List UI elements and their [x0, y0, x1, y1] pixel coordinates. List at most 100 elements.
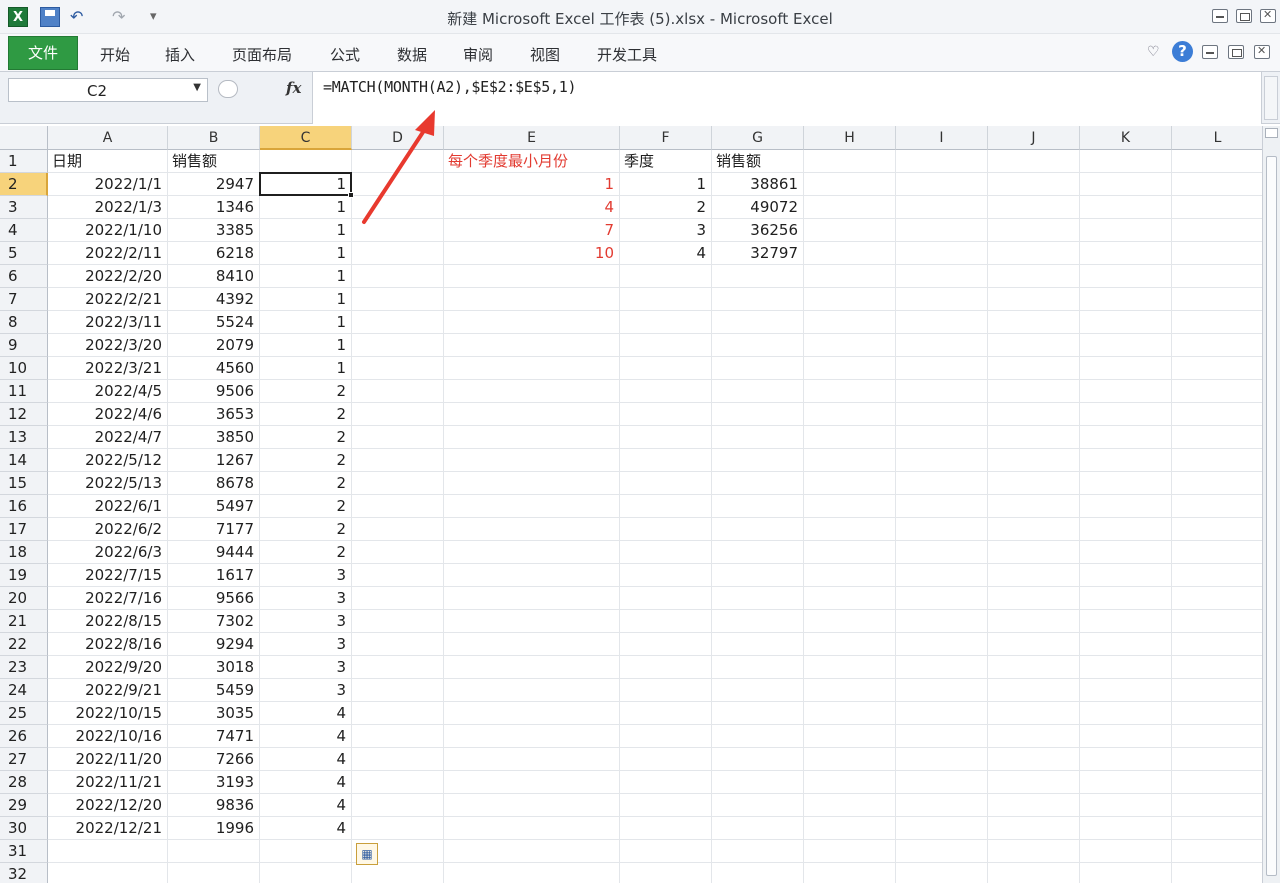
cell[interactable] — [620, 472, 712, 495]
sales-cell[interactable]: 5497 — [168, 495, 260, 518]
cell[interactable] — [1080, 311, 1172, 334]
row-header[interactable]: 10 — [0, 357, 48, 380]
quarter-cell[interactable]: 3 — [260, 587, 352, 610]
cell[interactable] — [620, 403, 712, 426]
cell[interactable] — [444, 449, 620, 472]
cell[interactable] — [352, 311, 444, 334]
cell[interactable] — [1172, 817, 1262, 840]
cell[interactable] — [620, 518, 712, 541]
sales-cell[interactable]: 9294 — [168, 633, 260, 656]
cell[interactable] — [1172, 196, 1262, 219]
sales-cell[interactable]: 9444 — [168, 541, 260, 564]
sales-cell[interactable]: 9836 — [168, 794, 260, 817]
cell[interactable] — [1172, 518, 1262, 541]
row-header[interactable]: 28 — [0, 771, 48, 794]
cell[interactable] — [1172, 265, 1262, 288]
cell[interactable] — [804, 449, 896, 472]
cell[interactable] — [988, 863, 1080, 883]
cell[interactable] — [712, 357, 804, 380]
cell[interactable] — [352, 541, 444, 564]
cell[interactable] — [896, 334, 988, 357]
cell[interactable] — [1080, 794, 1172, 817]
cell[interactable] — [896, 771, 988, 794]
quarter-cell[interactable]: 2 — [260, 380, 352, 403]
cell[interactable] — [444, 403, 620, 426]
cell[interactable] — [444, 794, 620, 817]
cell[interactable] — [444, 633, 620, 656]
cell[interactable] — [896, 472, 988, 495]
sales-cell[interactable]: 2947 — [168, 173, 260, 196]
minimize-window-icon[interactable] — [1212, 9, 1228, 23]
cell[interactable] — [896, 173, 988, 196]
quarter-cell[interactable]: 1 — [260, 265, 352, 288]
column-header-f[interactable]: F — [620, 126, 712, 150]
cell[interactable] — [1172, 564, 1262, 587]
cell[interactable] — [444, 380, 620, 403]
sales-cell[interactable]: 1346 — [168, 196, 260, 219]
row-header[interactable]: 9 — [0, 334, 48, 357]
name-box[interactable]: C2 ▼ — [8, 78, 208, 102]
cell[interactable] — [352, 587, 444, 610]
cell[interactable] — [352, 472, 444, 495]
date-cell[interactable]: 2022/11/21 — [48, 771, 168, 794]
cell[interactable] — [1172, 334, 1262, 357]
cell[interactable] — [1080, 748, 1172, 771]
cell[interactable] — [620, 840, 712, 863]
min-month-cell[interactable]: 1 — [444, 173, 620, 196]
cell[interactable] — [804, 196, 896, 219]
cell[interactable] — [1080, 725, 1172, 748]
row-header[interactable]: 2 — [0, 173, 48, 196]
select-all-corner[interactable] — [0, 126, 48, 150]
cell[interactable] — [712, 495, 804, 518]
row-header[interactable]: 29 — [0, 794, 48, 817]
cell[interactable] — [168, 840, 260, 863]
summary-sales-cell[interactable]: 49072 — [712, 196, 804, 219]
cell[interactable] — [444, 518, 620, 541]
cell[interactable] — [620, 771, 712, 794]
date-cell[interactable]: 2022/1/1 — [48, 173, 168, 196]
quarter-cell[interactable]: 4 — [260, 725, 352, 748]
quarter-cell[interactable]: 3 — [260, 564, 352, 587]
cell[interactable] — [352, 748, 444, 771]
cell[interactable] — [712, 794, 804, 817]
sales-cell[interactable]: 4560 — [168, 357, 260, 380]
cell[interactable] — [804, 564, 896, 587]
date-cell[interactable]: 2022/8/15 — [48, 610, 168, 633]
quarter-cell[interactable]: 1 — [260, 196, 352, 219]
cell[interactable] — [988, 426, 1080, 449]
cell[interactable] — [620, 449, 712, 472]
header-quarter[interactable]: 季度 — [620, 150, 712, 173]
cell[interactable] — [896, 541, 988, 564]
cell[interactable] — [896, 150, 988, 173]
chevron-down-icon[interactable]: ▼ — [193, 82, 201, 93]
row-header[interactable]: 1 — [0, 150, 48, 173]
cell[interactable] — [352, 334, 444, 357]
cell[interactable] — [804, 334, 896, 357]
quarter-cell[interactable]: 4 — [260, 771, 352, 794]
cell[interactable] — [1080, 771, 1172, 794]
cell[interactable] — [1172, 449, 1262, 472]
cell[interactable] — [1080, 863, 1172, 883]
cell[interactable] — [352, 242, 444, 265]
date-cell[interactable]: 2022/9/20 — [48, 656, 168, 679]
cell[interactable] — [444, 587, 620, 610]
column-header-d[interactable]: D — [352, 126, 444, 150]
cell[interactable] — [712, 702, 804, 725]
cell[interactable] — [896, 196, 988, 219]
quarter-cell[interactable]: 4 — [260, 702, 352, 725]
summary-quarter-cell[interactable]: 3 — [620, 219, 712, 242]
cell[interactable] — [1172, 426, 1262, 449]
cell[interactable] — [1172, 771, 1262, 794]
cell[interactable] — [988, 495, 1080, 518]
cell[interactable] — [896, 725, 988, 748]
active-cell-outline[interactable] — [259, 172, 352, 196]
cell[interactable] — [1080, 196, 1172, 219]
date-cell[interactable]: 2022/6/1 — [48, 495, 168, 518]
cell[interactable] — [1080, 242, 1172, 265]
cell[interactable] — [896, 656, 988, 679]
date-cell[interactable]: 2022/6/3 — [48, 541, 168, 564]
column-header-l[interactable]: L — [1172, 126, 1262, 150]
date-cell[interactable]: 2022/5/13 — [48, 472, 168, 495]
cell[interactable] — [988, 610, 1080, 633]
cell[interactable] — [1172, 150, 1262, 173]
